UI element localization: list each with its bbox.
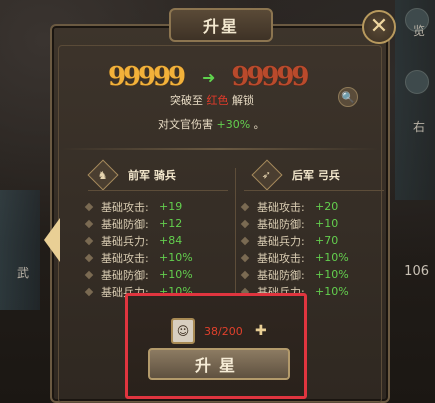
puzzle-piece-icon: ✚	[255, 323, 267, 339]
next-star-mark: 9	[261, 62, 280, 92]
damage-prefix: 对文官伤害	[158, 118, 213, 131]
stat-label: 基础攻击:	[257, 200, 305, 214]
horse-icon: ♞	[87, 159, 119, 191]
bullet-icon	[84, 270, 94, 279]
general-avatar-icon[interactable]: ☺	[171, 318, 195, 344]
stat-label: 基础攻击:	[101, 251, 149, 265]
stat-value: +10%	[159, 268, 193, 281]
stat-label: 基础防御:	[257, 268, 305, 282]
next-star-marks: 9 9 9 9 9	[231, 62, 310, 92]
side-label-left: 武	[17, 266, 30, 280]
stat-value: +70	[315, 234, 339, 247]
stat-value: +10%	[315, 251, 349, 264]
panel-title-tab: 升星	[169, 8, 273, 42]
next-star-mark: 9	[276, 62, 295, 92]
right-arrow-icon: ➜	[202, 67, 216, 87]
right-column-separator	[244, 190, 384, 191]
bullet-icon	[240, 253, 250, 262]
stat-label: 基础兵力:	[101, 234, 149, 248]
bullet-icon	[240, 236, 250, 245]
bullet-icon	[84, 287, 94, 296]
current-star-mark: 9	[138, 62, 157, 92]
stat-label: 基础攻击:	[257, 251, 305, 265]
next-star-mark: 9	[246, 62, 265, 92]
background-left-scene	[0, 190, 40, 310]
stat-label: 基础防御:	[101, 217, 149, 231]
rear-army-stats: 基础攻击: +20 基础防御: +10 基础兵力: +70 基础攻击: +10% 基础防…	[240, 198, 349, 300]
previous-page-arrow[interactable]	[44, 218, 60, 262]
next-star-mark: 9	[231, 62, 250, 92]
detail-search-button[interactable]: 🔍	[338, 87, 358, 107]
stat-row: 基础防御: +10%	[84, 266, 193, 283]
section-divider	[62, 148, 378, 150]
left-column-separator	[88, 190, 228, 191]
stat-row: 基础攻击: +10%	[84, 249, 193, 266]
upgrade-star-button[interactable]: 升星	[148, 348, 290, 380]
side-icon-middle[interactable]	[405, 70, 429, 94]
front-army-title: 前军 骑兵	[128, 169, 176, 182]
stat-value: +20	[315, 200, 339, 213]
stat-row: 基础防御: +10%	[240, 266, 349, 283]
bullet-icon	[84, 219, 94, 228]
side-number-right: 106	[404, 264, 429, 279]
stat-value: +10%	[315, 268, 349, 281]
unlock-highlight: 红色	[206, 94, 229, 107]
stat-row: 基础防御: +10	[240, 215, 349, 232]
upgrade-star-label: 升星	[194, 356, 243, 375]
stat-label: 基础防御:	[257, 217, 305, 231]
rear-army-header: ➶ 后军 弓兵	[251, 159, 340, 191]
stat-value: +19	[159, 200, 183, 213]
column-divider	[235, 168, 236, 298]
stat-value: +84	[159, 234, 183, 247]
unlock-requirement-text: 突破至 红色 解锁	[170, 92, 254, 108]
side-label-right-top: 览	[412, 24, 425, 38]
current-star-mark: 9	[108, 62, 127, 92]
current-star-marks: 9 9 9 9 9	[108, 62, 187, 92]
front-army-stats: 基础攻击: +19 基础防御: +12 基础兵力: +84 基础攻击: +10% 基础防…	[84, 198, 193, 300]
front-army-header: ♞ 前军 骑兵	[87, 159, 176, 191]
unlock-suffix: 解锁	[232, 94, 254, 107]
stat-label: 基础防御:	[101, 268, 149, 282]
bullet-icon	[84, 253, 94, 262]
current-star-mark: 9	[123, 62, 142, 92]
stat-value: +12	[159, 217, 183, 230]
rear-army-title: 后军 弓兵	[292, 169, 340, 182]
stat-row: 基础兵力: +70	[240, 232, 349, 249]
damage-suffix: 。	[253, 118, 265, 131]
star-comparison-row: 9 9 9 9 9 ➜ 9 9 9 9 9	[108, 62, 336, 92]
side-label-right-middle: 右	[412, 120, 425, 134]
stat-row: 基础兵力: +84	[84, 232, 193, 249]
panel-title: 升星	[202, 17, 239, 36]
stat-label: 基础攻击:	[101, 200, 149, 214]
bow-icon: ➶	[251, 159, 283, 191]
bullet-icon	[84, 202, 94, 211]
stat-row: 基础攻击: +19	[84, 198, 193, 215]
current-star-mark: 9	[168, 62, 187, 92]
fragment-current: 38	[204, 325, 218, 338]
bullet-icon	[240, 219, 250, 228]
stat-row: 基础攻击: +10%	[240, 249, 349, 266]
close-icon: ✕	[369, 14, 389, 39]
stat-row: 基础攻击: +20	[240, 198, 349, 215]
next-star-mark: 9	[291, 62, 310, 92]
stat-value: +10%	[159, 251, 193, 264]
bullet-icon	[84, 236, 94, 245]
stat-row: 基础防御: +12	[84, 215, 193, 232]
fragment-progress: 38/200	[204, 325, 243, 338]
damage-value: +30%	[216, 118, 251, 131]
fragment-max: 200	[221, 325, 243, 338]
stat-label: 基础兵力:	[257, 234, 305, 248]
search-icon: 🔍	[341, 90, 355, 104]
stat-value: +10	[315, 217, 339, 230]
bullet-icon	[240, 270, 250, 279]
unlock-prefix: 突破至	[170, 94, 203, 107]
highlight-box	[125, 293, 307, 399]
close-button[interactable]: ✕	[362, 10, 396, 44]
current-star-mark: 9	[153, 62, 172, 92]
stat-value: +10%	[315, 285, 349, 298]
damage-bonus-text: 对文官伤害 +30% 。	[158, 116, 265, 132]
bullet-icon	[240, 202, 250, 211]
